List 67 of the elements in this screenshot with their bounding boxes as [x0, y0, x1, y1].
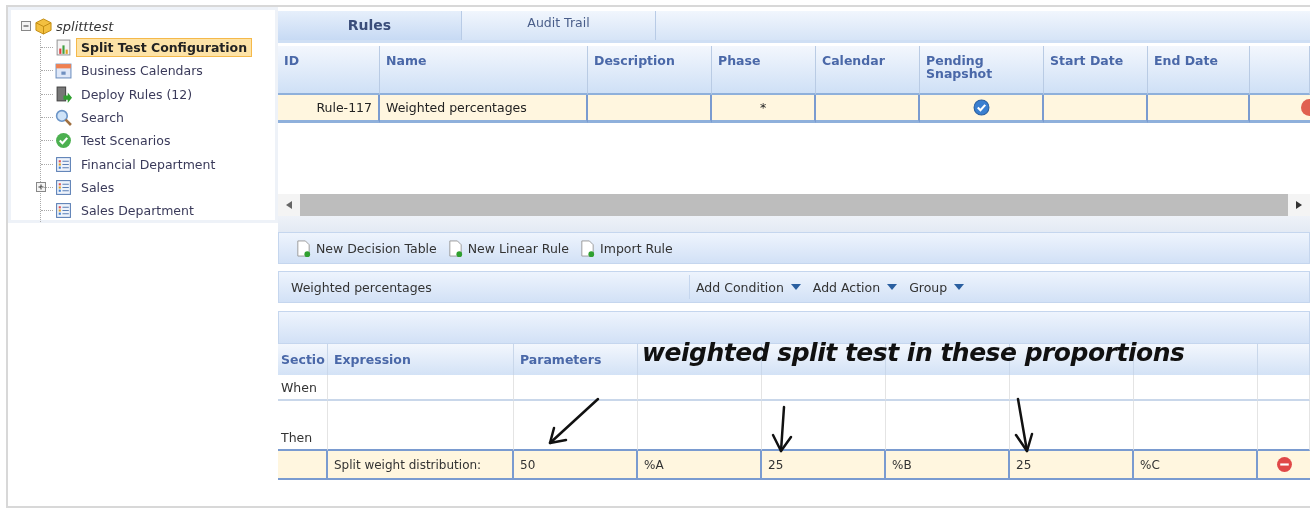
list-icon: [55, 178, 72, 196]
column-header[interactable]: End Date: [1148, 46, 1250, 95]
delete-icon[interactable]: [1301, 99, 1310, 116]
table-cell: %B: [886, 451, 1010, 480]
column-header[interactable]: [1250, 46, 1310, 95]
table-cell: 50: [514, 451, 638, 480]
arrow: [548, 397, 600, 445]
tree-item[interactable]: Deploy Rules (12): [76, 84, 198, 104]
tree-item[interactable]: Search: [76, 108, 129, 128]
delete-icon[interactable]: [1275, 456, 1293, 473]
collapse-toggle[interactable]: [21, 21, 31, 31]
tree-item[interactable]: Sales Department: [76, 201, 199, 221]
column-header[interactable]: Expression: [334, 352, 411, 367]
expand-toggle[interactable]: [36, 182, 46, 193]
toolbar-button[interactable]: New Linear Rule: [446, 239, 570, 257]
rule-title: Weighted percentages: [291, 279, 433, 295]
calendar-icon: [55, 62, 72, 80]
table-cell: [1258, 375, 1310, 401]
new-document-icon: [579, 239, 597, 257]
toolbar-button[interactable]: New Decision Table: [295, 239, 437, 257]
column-header[interactable]: Calendar: [816, 46, 920, 95]
table-cell: 25: [762, 451, 886, 480]
column-header[interactable]: Start Date: [1044, 46, 1148, 95]
tree-root-label[interactable]: splitttest: [56, 18, 114, 34]
table-cell: Rule-117: [278, 95, 380, 123]
list-icon: [55, 155, 72, 173]
column-header[interactable]: Pending Snapshot: [920, 46, 1044, 95]
tree-item[interactable]: Financial Department: [76, 154, 221, 174]
caret-icon: [954, 284, 965, 290]
scroll-right-arrow[interactable]: [1296, 201, 1302, 209]
arrow: [771, 405, 793, 453]
handwritten-annotation: weighted split test in these proportions: [642, 338, 1185, 367]
column-header[interactable]: ID: [278, 46, 380, 95]
dropdown-menu[interactable]: Add Action: [812, 279, 910, 295]
tab[interactable]: Audit Trail: [462, 11, 656, 40]
tree-item[interactable]: Sales: [76, 177, 120, 197]
new-document-icon: [295, 239, 312, 257]
dropdown-menu[interactable]: Group: [909, 279, 977, 295]
table-cell: Weighted percentages: [380, 95, 588, 123]
search-icon: [55, 109, 72, 127]
list-icon: [55, 202, 72, 220]
table-cell: %C: [1134, 451, 1258, 480]
column-header[interactable]: Name: [380, 46, 588, 95]
scroll-left-arrow[interactable]: [286, 201, 292, 209]
table-cell: When: [278, 375, 328, 401]
new-document-icon: [446, 239, 464, 257]
tree-item[interactable]: Test Scenarios: [76, 131, 176, 151]
tree-item[interactable]: Split Test Configuration: [76, 38, 253, 58]
arrow: [1014, 397, 1034, 453]
table-cell: 25: [1010, 451, 1134, 480]
column-header[interactable]: Parameters: [520, 352, 602, 367]
column-header[interactable]: Sectio: [281, 352, 325, 367]
tree-item[interactable]: Business Calendars: [76, 61, 208, 81]
dropdown-menu[interactable]: Add Condition: [696, 279, 813, 295]
chart-icon: [55, 39, 72, 57]
column-header[interactable]: Description: [588, 46, 712, 95]
caret-icon: [790, 284, 801, 290]
toolbar-button[interactable]: Import Rule: [579, 239, 673, 257]
tab[interactable]: Rules: [278, 11, 462, 40]
table-cell: %A: [638, 451, 762, 480]
caret-icon: [887, 284, 898, 290]
table-cell: Split weight distribution:: [328, 451, 514, 480]
check-circle-icon: [55, 132, 72, 150]
table-cell: *: [712, 95, 816, 123]
column-header[interactable]: Phase: [712, 46, 816, 95]
package-icon: [35, 17, 52, 35]
deploy-icon: [55, 85, 72, 103]
